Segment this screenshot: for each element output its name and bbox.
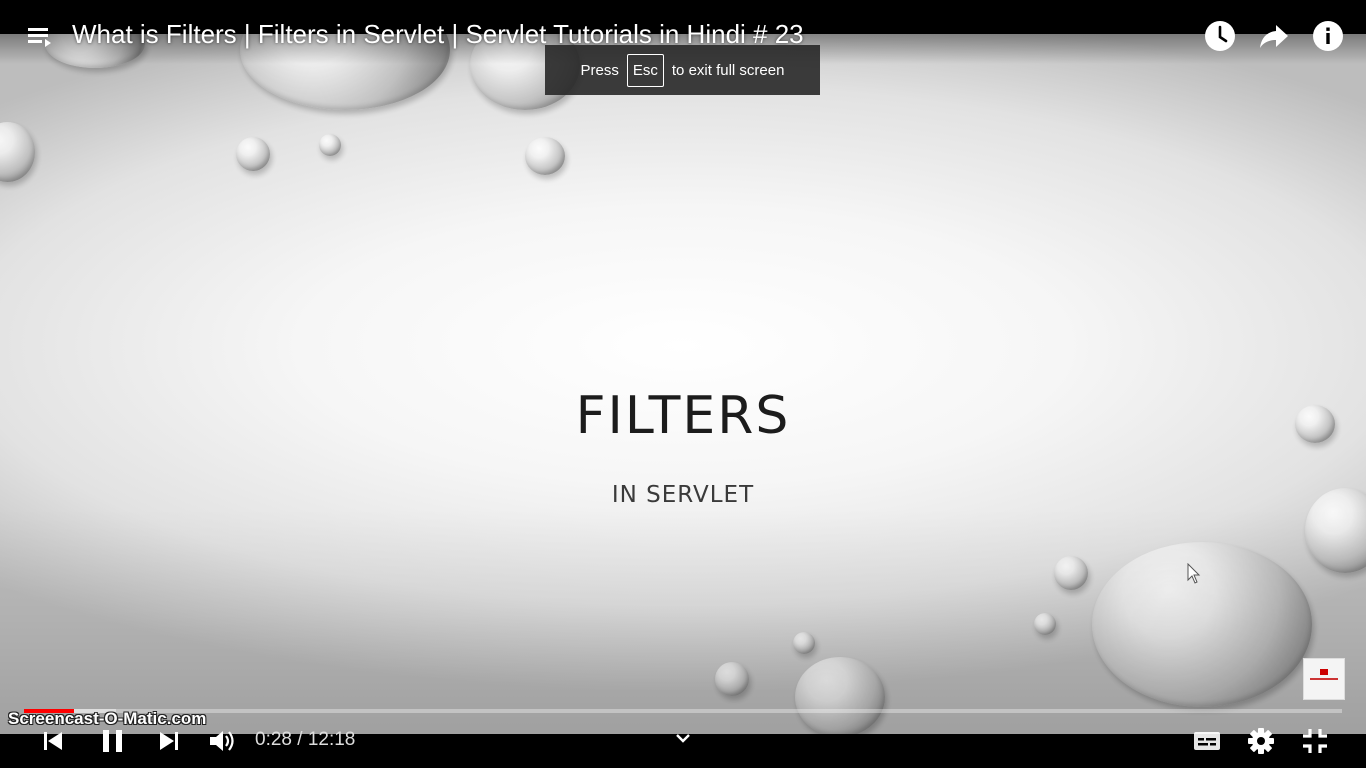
settings-icon[interactable] xyxy=(1246,726,1276,756)
next-icon[interactable] xyxy=(154,726,184,756)
water-drop xyxy=(236,137,270,171)
slide-title: FILTERS xyxy=(575,386,791,446)
chevron-down-icon[interactable] xyxy=(668,724,698,754)
video-frame[interactable]: FILTERS IN SERVLET xyxy=(0,0,1366,768)
toast-suffix: to exit full screen xyxy=(671,61,785,79)
exit-fullscreen-icon[interactable] xyxy=(1300,726,1330,756)
playlist-icon[interactable] xyxy=(27,26,55,54)
info-icon[interactable] xyxy=(1312,20,1344,52)
esc-key-badge: Esc xyxy=(626,53,664,87)
exit-fullscreen-toast: Press Esc to exit full screen xyxy=(545,45,820,95)
channel-card-thumbnail[interactable] xyxy=(1303,658,1345,700)
watch-later-icon[interactable] xyxy=(1204,20,1236,52)
share-icon[interactable] xyxy=(1258,20,1290,52)
toast-prefix: Press xyxy=(580,61,619,79)
progress-bar[interactable] xyxy=(24,709,1342,713)
previous-icon[interactable] xyxy=(38,726,68,756)
volume-icon[interactable] xyxy=(207,726,237,756)
pause-icon[interactable] xyxy=(98,726,128,756)
water-drop xyxy=(0,122,35,182)
slide-subtitle: IN SERVLET xyxy=(611,482,755,508)
water-drop xyxy=(319,134,341,156)
mouse-cursor-icon xyxy=(1187,563,1201,585)
subtitles-icon[interactable] xyxy=(1192,726,1222,756)
water-drop xyxy=(525,137,565,175)
time-display: 0:28 / 12:18 xyxy=(255,729,356,750)
